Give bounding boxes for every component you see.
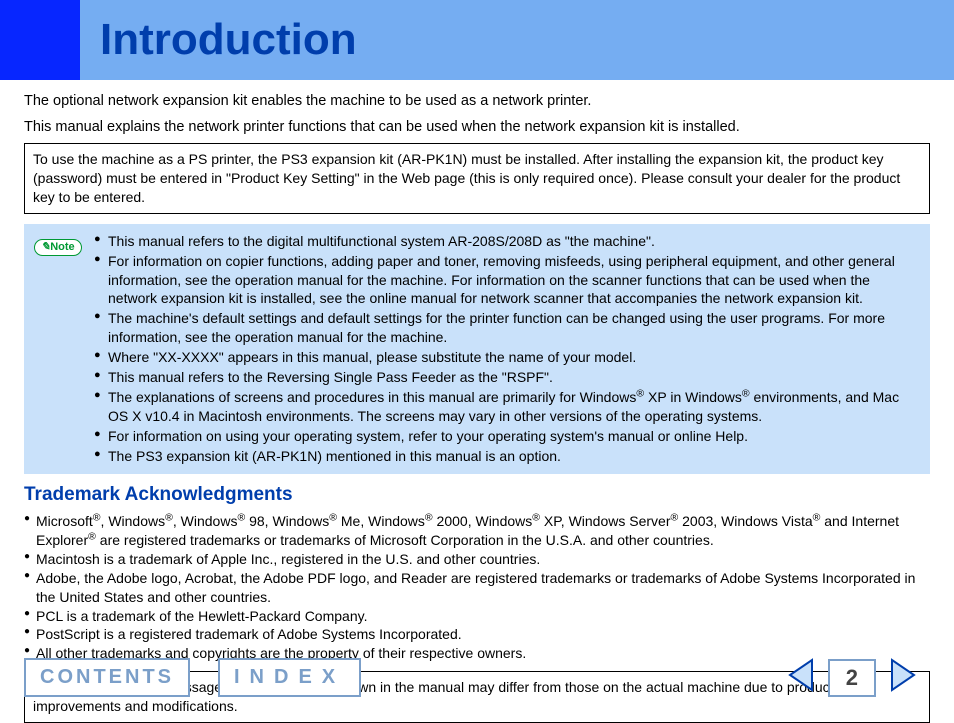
index-button[interactable]: INDEX bbox=[218, 658, 361, 697]
note-item: The PS3 expansion kit (AR-PK1N) mentione… bbox=[94, 447, 920, 466]
trademark-item: PCL is a trademark of the Hewlett-Packar… bbox=[24, 607, 930, 626]
note-item: For information on copier functions, add… bbox=[94, 252, 920, 309]
note-item: The machine's default settings and defau… bbox=[94, 309, 920, 347]
trademark-item: Macintosh is a trademark of Apple Inc., … bbox=[24, 550, 930, 569]
prev-page-button[interactable] bbox=[786, 658, 816, 697]
footer-bar: CONTENTS INDEX 2 bbox=[0, 658, 954, 697]
note-item: Where "XX-XXXX" appears in this manual, … bbox=[94, 348, 920, 367]
next-page-button[interactable] bbox=[888, 658, 918, 697]
note-item: This manual refers to the digital multif… bbox=[94, 232, 920, 251]
next-arrow-icon bbox=[888, 658, 918, 692]
ps-printer-box: To use the machine as a PS printer, the … bbox=[24, 143, 930, 214]
trademark-list: Microsoft®, Windows®, Windows® 98, Windo… bbox=[24, 512, 930, 663]
trademark-item: Adobe, the Adobe logo, Acrobat, the Adob… bbox=[24, 569, 930, 607]
trademark-item: PostScript is a registered trademark of … bbox=[24, 625, 930, 644]
note-block: ✎Note This manual refers to the digital … bbox=[24, 224, 930, 475]
contents-button[interactable]: CONTENTS bbox=[24, 658, 190, 697]
intro-paragraph-2: This manual explains the network printer… bbox=[24, 118, 930, 138]
intro-paragraph-1: The optional network expansion kit enabl… bbox=[24, 92, 930, 112]
header-bar: Introduction bbox=[0, 0, 954, 80]
trademark-title: Trademark Acknowledgments bbox=[24, 482, 930, 508]
page-number: 2 bbox=[828, 659, 876, 697]
note-item: This manual refers to the Reversing Sing… bbox=[94, 368, 920, 387]
page-title: Introduction bbox=[80, 0, 357, 80]
note-item: For information on using your operating … bbox=[94, 427, 920, 446]
note-list: This manual refers to the digital multif… bbox=[94, 232, 920, 467]
note-icon-wrap: ✎Note bbox=[34, 232, 94, 467]
content-area: The optional network expansion kit enabl… bbox=[0, 80, 954, 723]
prev-arrow-icon bbox=[786, 658, 816, 692]
note-icon: ✎Note bbox=[34, 239, 82, 256]
header-accent bbox=[0, 0, 80, 80]
trademark-item: Microsoft®, Windows®, Windows® 98, Windo… bbox=[24, 512, 930, 550]
note-item: The explanations of screens and procedur… bbox=[94, 388, 920, 426]
